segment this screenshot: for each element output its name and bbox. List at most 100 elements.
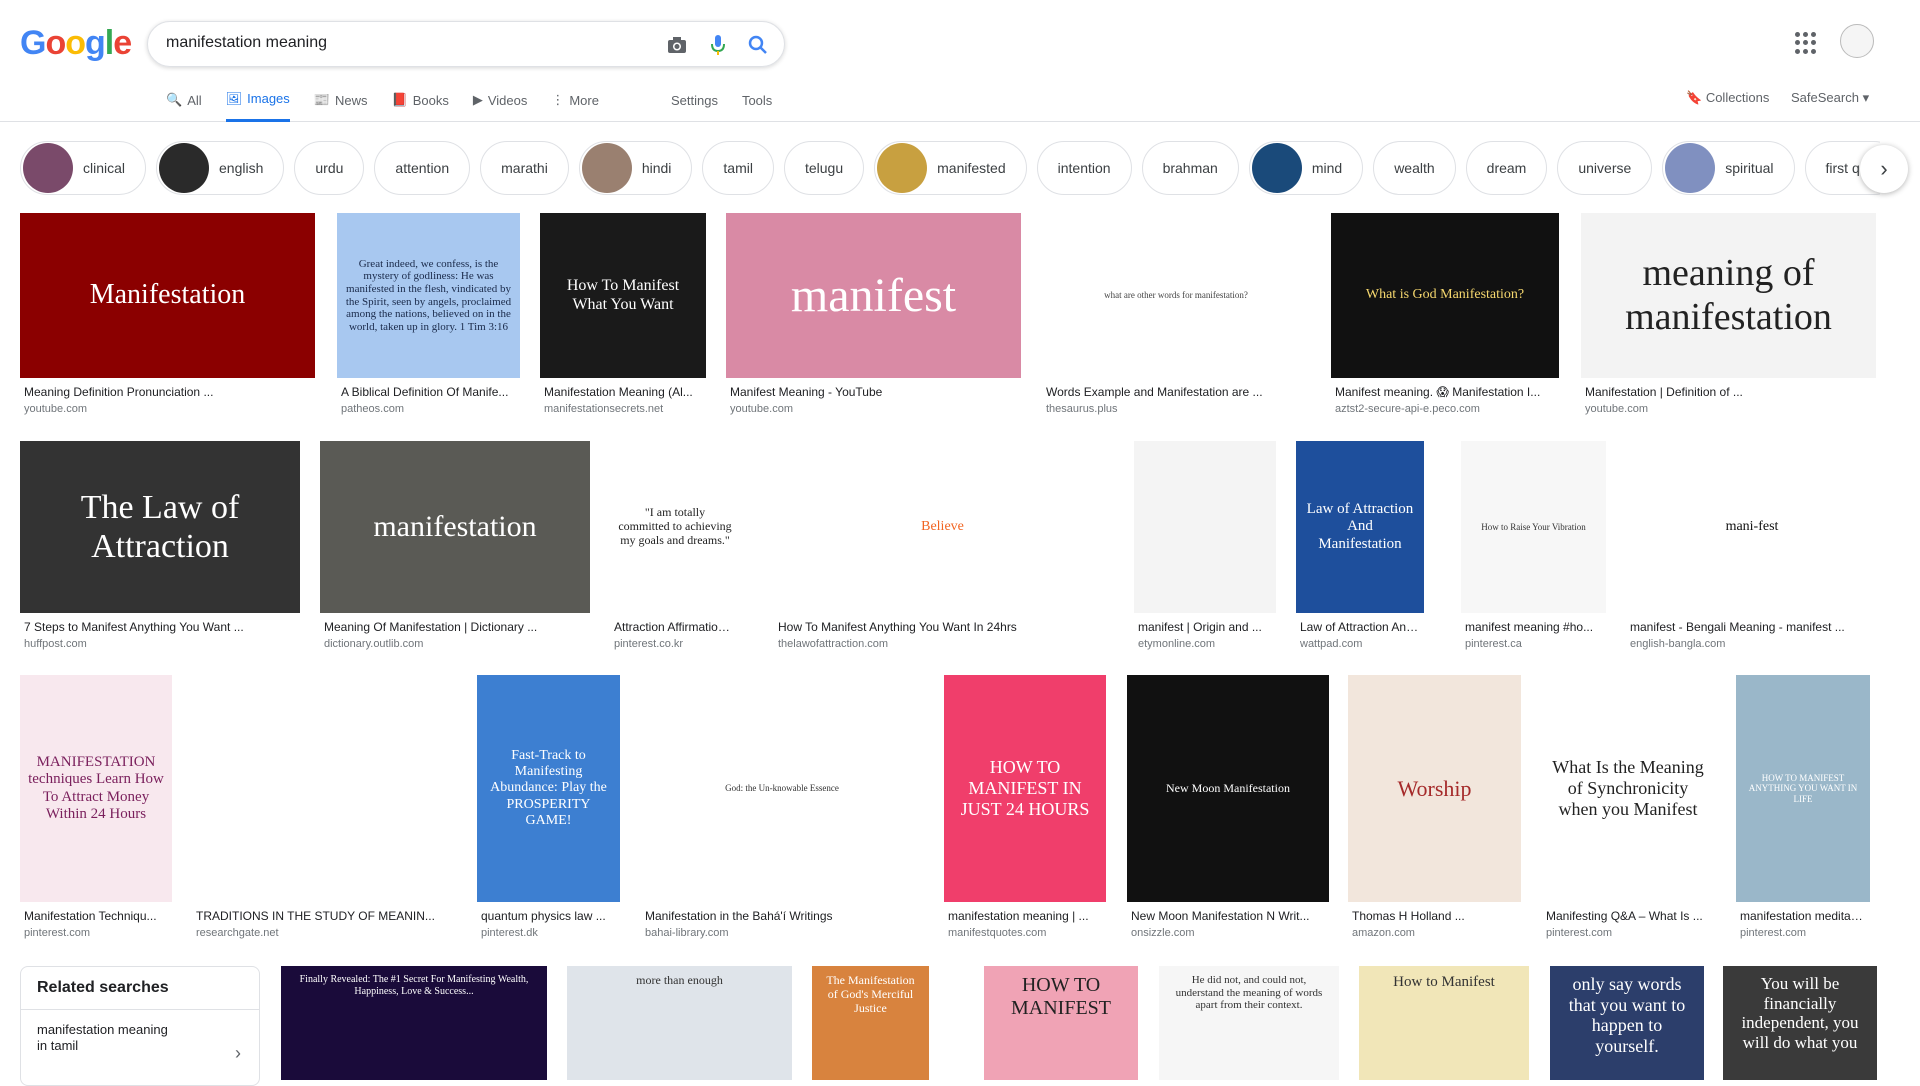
result-caption[interactable]: New Moon Manifestation N Writ... — [1131, 909, 1325, 923]
result-caption[interactable]: Meaning Of Manifestation | Dictionary ..… — [324, 620, 586, 634]
account-avatar[interactable] — [1840, 24, 1874, 58]
result-image[interactable]: Finally Revealed: The #1 Secret For Mani… — [281, 966, 547, 1080]
result-image[interactable]: meaning of manifestation — [1581, 213, 1876, 378]
chip-11[interactable]: mind — [1248, 141, 1364, 195]
chip-1[interactable]: english — [156, 141, 285, 195]
result-image[interactable]: manifest — [726, 213, 1021, 378]
result-source: pinterest.com — [1546, 927, 1613, 939]
result-caption[interactable]: manifest | Origin and ... — [1138, 620, 1272, 634]
result-image[interactable]: MANIFESTATION techniques Learn How To At… — [20, 675, 172, 902]
chip-0[interactable]: clinical — [20, 141, 147, 195]
result-caption[interactable]: Law of Attraction And ... — [1300, 620, 1420, 634]
chevron-right-icon[interactable]: › — [1860, 145, 1908, 193]
image-text: Manifestation — [89, 279, 246, 311]
result-caption[interactable]: manifestation meaning | ... — [948, 909, 1102, 923]
tab-videos[interactable]: ▶ Videos — [473, 88, 528, 122]
search-icon[interactable] — [746, 33, 770, 57]
result-image[interactable]: more than enough — [567, 966, 792, 1080]
image-text: manifest — [790, 268, 957, 322]
result-image[interactable]: Believe — [774, 441, 1111, 613]
result-image[interactable]: what are other words for manifestation? — [1042, 213, 1310, 378]
result-caption[interactable]: 7 Steps to Manifest Anything You Want ..… — [24, 620, 296, 634]
result-caption[interactable]: Manifesting Q&A – What Is ... — [1546, 909, 1710, 923]
chevron-right-icon[interactable]: › — [235, 1043, 241, 1064]
chip-13[interactable]: dream — [1465, 141, 1548, 195]
chip-3[interactable]: attention — [374, 141, 471, 195]
result-image[interactable]: He did not, and could not, understand th… — [1159, 966, 1339, 1080]
result-caption[interactable]: manifest - Bengali Meaning - manifest ..… — [1630, 620, 1874, 634]
result-caption[interactable]: Words Example and Manifestation are ... — [1046, 385, 1306, 399]
result-caption[interactable]: Thomas H Holland ... — [1352, 909, 1517, 923]
microphone-icon[interactable] — [706, 33, 730, 57]
result-caption[interactable]: Manifestation in the Bahá'í Writings — [645, 909, 919, 923]
result-image[interactable] — [1134, 441, 1276, 613]
collections-link[interactable]: 🔖 Collections — [1686, 90, 1769, 106]
result-image[interactable]: manifestation — [320, 441, 590, 613]
result-image[interactable]: HOW TO MANIFEST ANYTHING YOU WANT IN LIF… — [1736, 675, 1870, 902]
tab-images[interactable]: 🖼 Images — [225, 88, 290, 122]
result-image[interactable]: "I am totally committed to achieving my … — [610, 441, 740, 613]
related-search-item[interactable]: manifestation meaning in tamil — [21, 1010, 191, 1066]
tab-more[interactable]: ⋮ More — [551, 88, 599, 122]
result-image[interactable]: New Moon Manifestation — [1127, 675, 1329, 902]
result-image[interactable]: How to Manifest — [1359, 966, 1529, 1080]
result-caption[interactable]: Attraction Affirmation ... — [614, 620, 736, 634]
chip-6[interactable]: tamil — [702, 141, 774, 195]
result-caption[interactable]: manifest meaning #ho... — [1465, 620, 1602, 634]
safesearch-dropdown[interactable]: SafeSearch ▾ — [1791, 90, 1869, 106]
tab-all[interactable]: 🔍 All — [166, 88, 202, 122]
chip-label: manifested — [937, 160, 1006, 176]
result-image[interactable]: What Is the Meaning of Synchronicity whe… — [1542, 675, 1714, 902]
image-text: meaning of manifestation — [1625, 251, 1832, 338]
tab-books[interactable]: 📕 Books — [392, 88, 449, 122]
search-input[interactable] — [166, 34, 646, 52]
chip-7[interactable]: telugu — [783, 141, 865, 195]
result-image[interactable]: HOW TO MANIFEST IN JUST 24 HOURS — [944, 675, 1106, 902]
result-caption[interactable]: A Biblical Definition Of Manife... — [341, 385, 516, 399]
result-image[interactable]: You will be financially independent, you… — [1723, 966, 1877, 1080]
chip-12[interactable]: wealth — [1373, 141, 1456, 195]
result-image[interactable]: only say words that you want to happen t… — [1550, 966, 1704, 1080]
tools-link[interactable]: Tools — [742, 88, 772, 122]
apps-grid-icon[interactable] — [1795, 32, 1817, 54]
related-searches-title: Related searches — [21, 967, 259, 1010]
chip-10[interactable]: brahman — [1141, 141, 1239, 195]
image-text: What Is the Meaning of Synchronicity whe… — [1552, 757, 1704, 819]
result-caption[interactable]: Manifestation Meaning (Al... — [544, 385, 702, 399]
result-image[interactable]: How To Manifest What You Want — [540, 213, 706, 378]
result-caption[interactable]: Manifest meaning. 😱 Manifestation I... — [1335, 385, 1555, 399]
result-image[interactable]: Manifestation — [20, 213, 315, 378]
result-caption[interactable]: Manifestation Techniqu... — [24, 909, 168, 923]
result-caption[interactable]: manifestation meditati... — [1740, 909, 1866, 923]
result-caption[interactable]: quantum physics law ... — [481, 909, 616, 923]
camera-icon[interactable] — [665, 33, 689, 57]
settings-link[interactable]: Settings — [671, 88, 718, 122]
result-image[interactable]: Fast-Track to Manifesting Abundance: Pla… — [477, 675, 620, 902]
result-caption[interactable]: How To Manifest Anything You Want In 24h… — [778, 620, 1107, 634]
result-image[interactable]: Great indeed, we confess, is the mystery… — [337, 213, 520, 378]
result-image[interactable]: God: the Un-knowable Essence — [641, 675, 923, 902]
result-image[interactable]: The Manifestation of God's Merciful Just… — [812, 966, 929, 1080]
chip-8[interactable]: manifested — [874, 141, 1027, 195]
chip-9[interactable]: intention — [1036, 141, 1132, 195]
google-logo[interactable]: Google — [20, 24, 132, 63]
chip-14[interactable]: universe — [1557, 141, 1653, 195]
result-image[interactable] — [192, 675, 456, 902]
result-image[interactable]: How to Raise Your Vibration — [1461, 441, 1606, 613]
chip-5[interactable]: hindi — [578, 141, 693, 195]
result-image[interactable]: Worship — [1348, 675, 1521, 902]
result-caption[interactable]: TRADITIONS IN THE STUDY OF MEANIN... — [196, 909, 452, 923]
chip-2[interactable]: urdu — [294, 141, 365, 195]
result-image[interactable]: The Law of Attraction — [20, 441, 300, 613]
result-image[interactable]: Law of Attraction And Manifestation — [1296, 441, 1424, 613]
chip-4[interactable]: marathi — [480, 141, 569, 195]
result-caption[interactable]: Manifest Meaning - YouTube — [730, 385, 1017, 399]
chip-15[interactable]: spiritual — [1662, 141, 1795, 195]
search-tabs: 🔍 All 🖼 Images 📰 News 📕 Books ▶ Videos ⋮ More … — [166, 88, 796, 122]
result-caption[interactable]: Manifestation | Definition of ... — [1585, 385, 1872, 399]
result-image[interactable]: What is God Manifestation? — [1331, 213, 1559, 378]
result-image[interactable]: HOW TO MANIFEST — [984, 966, 1138, 1080]
tab-news[interactable]: 📰 News — [314, 88, 368, 122]
result-image[interactable]: mani-fest — [1626, 441, 1878, 613]
result-caption[interactable]: Meaning Definition Pronunciation ... — [24, 385, 311, 399]
